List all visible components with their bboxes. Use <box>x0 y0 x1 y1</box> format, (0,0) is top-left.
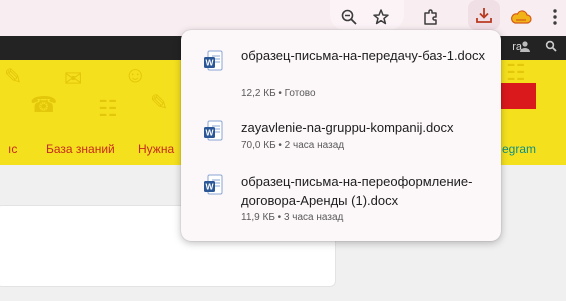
star-icon[interactable] <box>366 2 396 32</box>
nav-item-knowledge-base[interactable]: База знаний <box>46 142 115 156</box>
downloads-popup: W образец-письма-на-передачу-баз-1.docx … <box>181 30 501 241</box>
decor-pattern: ✉ <box>64 66 83 91</box>
download-file-name: образец-письма-на-переоформление-договор… <box>241 174 473 208</box>
zoom-out-icon[interactable] <box>334 2 364 32</box>
svg-text:W: W <box>205 182 214 192</box>
download-item[interactable]: W образец-письма-на-передачу-баз-1.docx … <box>181 44 501 106</box>
decor-pattern: ✎ <box>150 90 169 115</box>
download-file-name: zayavlenie-na-gruppu-kompanij.docx <box>241 120 454 135</box>
download-status: 12,2 КБ • Готово <box>241 88 316 99</box>
word-file-icon: W <box>203 174 223 196</box>
site-cta-button[interactable] <box>500 83 536 109</box>
svg-text:W: W <box>205 128 214 138</box>
puzzle-icon[interactable] <box>416 2 446 32</box>
word-file-icon: W <box>203 50 223 72</box>
nav-item[interactable]: Нужна <box>138 142 174 156</box>
site-search-icon[interactable] <box>545 40 557 55</box>
cloud-icon[interactable] <box>506 2 536 32</box>
decor-pattern: ☷ <box>98 96 118 121</box>
decor-pattern: ☺ <box>124 62 147 87</box>
download-item[interactable]: W zayavlenie-na-gruppu-kompanij.docx 70,… <box>181 116 501 156</box>
download-status: 11,9 КБ • 3 часа назад <box>241 212 344 223</box>
download-file-name: образец-письма-на-передачу-баз-1.docx <box>241 48 486 63</box>
decor-pattern: ✎ <box>4 64 23 89</box>
nav-item[interactable]: ıс <box>8 142 17 156</box>
nav-item-telegram[interactable]: egram <box>502 142 536 156</box>
download-status: 70,0 КБ • 2 часа назад <box>241 140 345 151</box>
kebab-menu-icon[interactable] <box>540 2 566 32</box>
download-item[interactable]: W образец-письма-на-переоформление-догов… <box>181 170 501 232</box>
svg-text:W: W <box>205 58 214 68</box>
download-icon[interactable] <box>468 0 500 30</box>
user-icon[interactable] <box>519 40 531 55</box>
decor-pattern: ☎ <box>30 92 58 117</box>
word-file-icon: W <box>203 120 223 142</box>
